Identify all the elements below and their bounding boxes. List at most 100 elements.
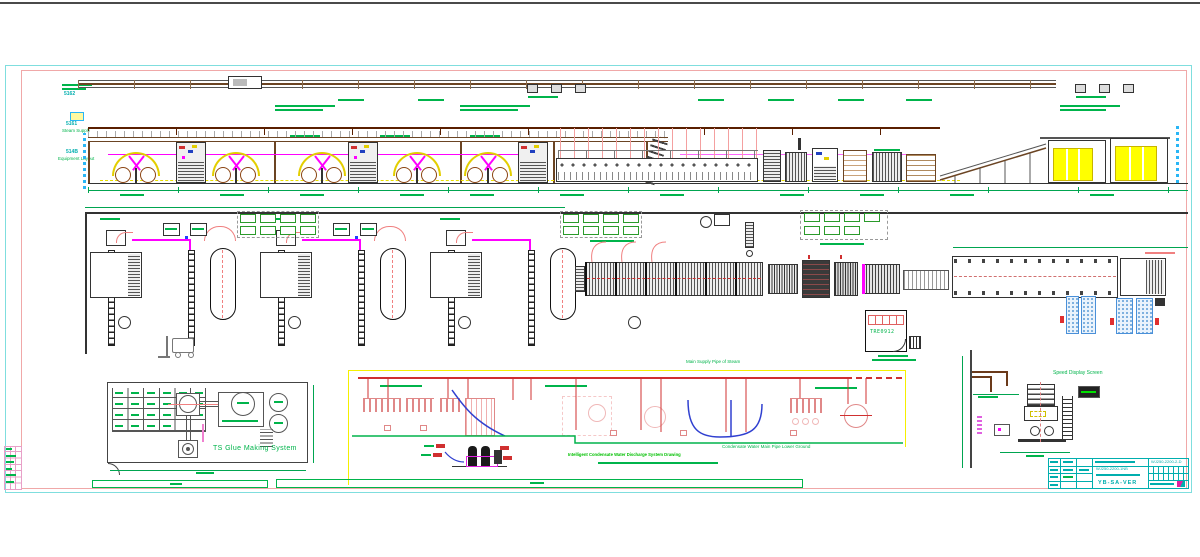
paper-roll (115, 167, 131, 183)
bag-label (115, 414, 123, 416)
trap-pump (790, 430, 797, 436)
pipe-note-bar (380, 385, 422, 387)
pipe-note-bar (545, 385, 587, 387)
note-bar (100, 218, 120, 220)
note-bar (275, 109, 323, 111)
ladder (1062, 396, 1073, 440)
chip (280, 214, 296, 223)
note-bar (906, 99, 932, 101)
paper-roll-plan (550, 248, 576, 320)
facer-detail (192, 145, 197, 148)
facer-detail (364, 145, 369, 148)
pump-dot (186, 447, 190, 451)
machine-circle (844, 404, 868, 428)
room-ladder (909, 336, 921, 349)
facer-detail (182, 156, 185, 159)
centerline (168, 404, 224, 405)
tb-divider (1048, 481, 1092, 482)
bridge-code-label: 5162 (64, 92, 75, 98)
note-bar (1060, 109, 1106, 111)
cad-drawing-viewport: 5162 5161 Steam Supply 514B Equipment La… (0, 0, 1200, 557)
conveyor-rollers (954, 259, 1116, 263)
note-bar (338, 99, 364, 101)
paper-roll-plan (210, 248, 236, 320)
dim-text-bar (530, 482, 544, 484)
chip (804, 213, 820, 222)
chip (260, 214, 276, 223)
tb-cell-grid (1148, 466, 1189, 480)
pipe-arc (456, 232, 473, 243)
forklift-wheel (188, 352, 194, 358)
bag-label (115, 403, 123, 405)
rev-entry-bar (6, 481, 14, 483)
chip (844, 213, 860, 222)
splice-line (189, 239, 191, 250)
dim-text-bar (170, 483, 182, 485)
bag-label (163, 425, 171, 427)
hanging-cabinet (551, 84, 562, 93)
note-bar (275, 105, 335, 107)
pink-dot (998, 428, 1001, 431)
tb-text-bar (1063, 476, 1073, 478)
stand-post (235, 168, 237, 183)
column-circle (628, 316, 641, 329)
small-block (1155, 298, 1165, 306)
bag-label (147, 414, 155, 416)
paper-roll (326, 167, 342, 183)
chip (603, 226, 619, 235)
splice-line (529, 239, 531, 250)
wall-line (970, 350, 972, 468)
rotary-shear (763, 150, 781, 182)
roll-centerline (222, 250, 223, 318)
paper-roll (140, 167, 156, 183)
stand-post (416, 168, 418, 183)
pump-shaft (190, 416, 191, 440)
housing-label (222, 420, 258, 422)
rev-entry-bar (6, 474, 16, 476)
steam-main-dashed (846, 377, 902, 379)
tb-text-bar (1050, 461, 1058, 463)
trap-pump (610, 430, 617, 436)
steam-main-pipe (358, 377, 846, 379)
paper-roll-plan (380, 248, 406, 320)
chip (603, 214, 619, 223)
tb-text-bar (1050, 469, 1058, 471)
board-stack (1053, 148, 1093, 181)
bag-label (147, 403, 155, 405)
stack-gap (1078, 149, 1080, 180)
dim-text-bar (660, 194, 684, 196)
stand-post (487, 168, 489, 183)
machine-circle (644, 406, 666, 428)
red-flag (433, 453, 442, 457)
tb-text-bar (1050, 484, 1058, 486)
tank-label (237, 402, 249, 404)
steam-code-label: 5161 (66, 122, 77, 128)
wall-strip (83, 133, 86, 189)
rotary-shear-plan (768, 264, 798, 294)
column-circle (118, 316, 131, 329)
caption-bar (872, 359, 916, 361)
small-block (494, 450, 502, 464)
note-bar (528, 96, 558, 98)
facer-hatch (178, 162, 204, 181)
conveyor-rollers (954, 291, 1116, 295)
bag-label (147, 392, 155, 394)
facer-hatch (350, 162, 376, 181)
chip (804, 226, 820, 235)
facer-hatch (520, 162, 546, 181)
flag-note (421, 454, 431, 456)
valve-dot (355, 236, 358, 239)
note-bar (418, 99, 444, 101)
unit-hatch (814, 166, 836, 180)
magenta-column (977, 414, 982, 434)
tb-text-bar (1150, 483, 1174, 485)
pallet-stack (1136, 298, 1153, 334)
desk-row (868, 315, 904, 325)
magenta-edge (862, 264, 865, 294)
facer-detail (530, 150, 535, 153)
glue-tank (231, 392, 255, 416)
wall-line (85, 212, 87, 354)
facer-centerline (587, 278, 761, 279)
tb-text-bar (1079, 469, 1089, 471)
note-bar (698, 99, 724, 101)
